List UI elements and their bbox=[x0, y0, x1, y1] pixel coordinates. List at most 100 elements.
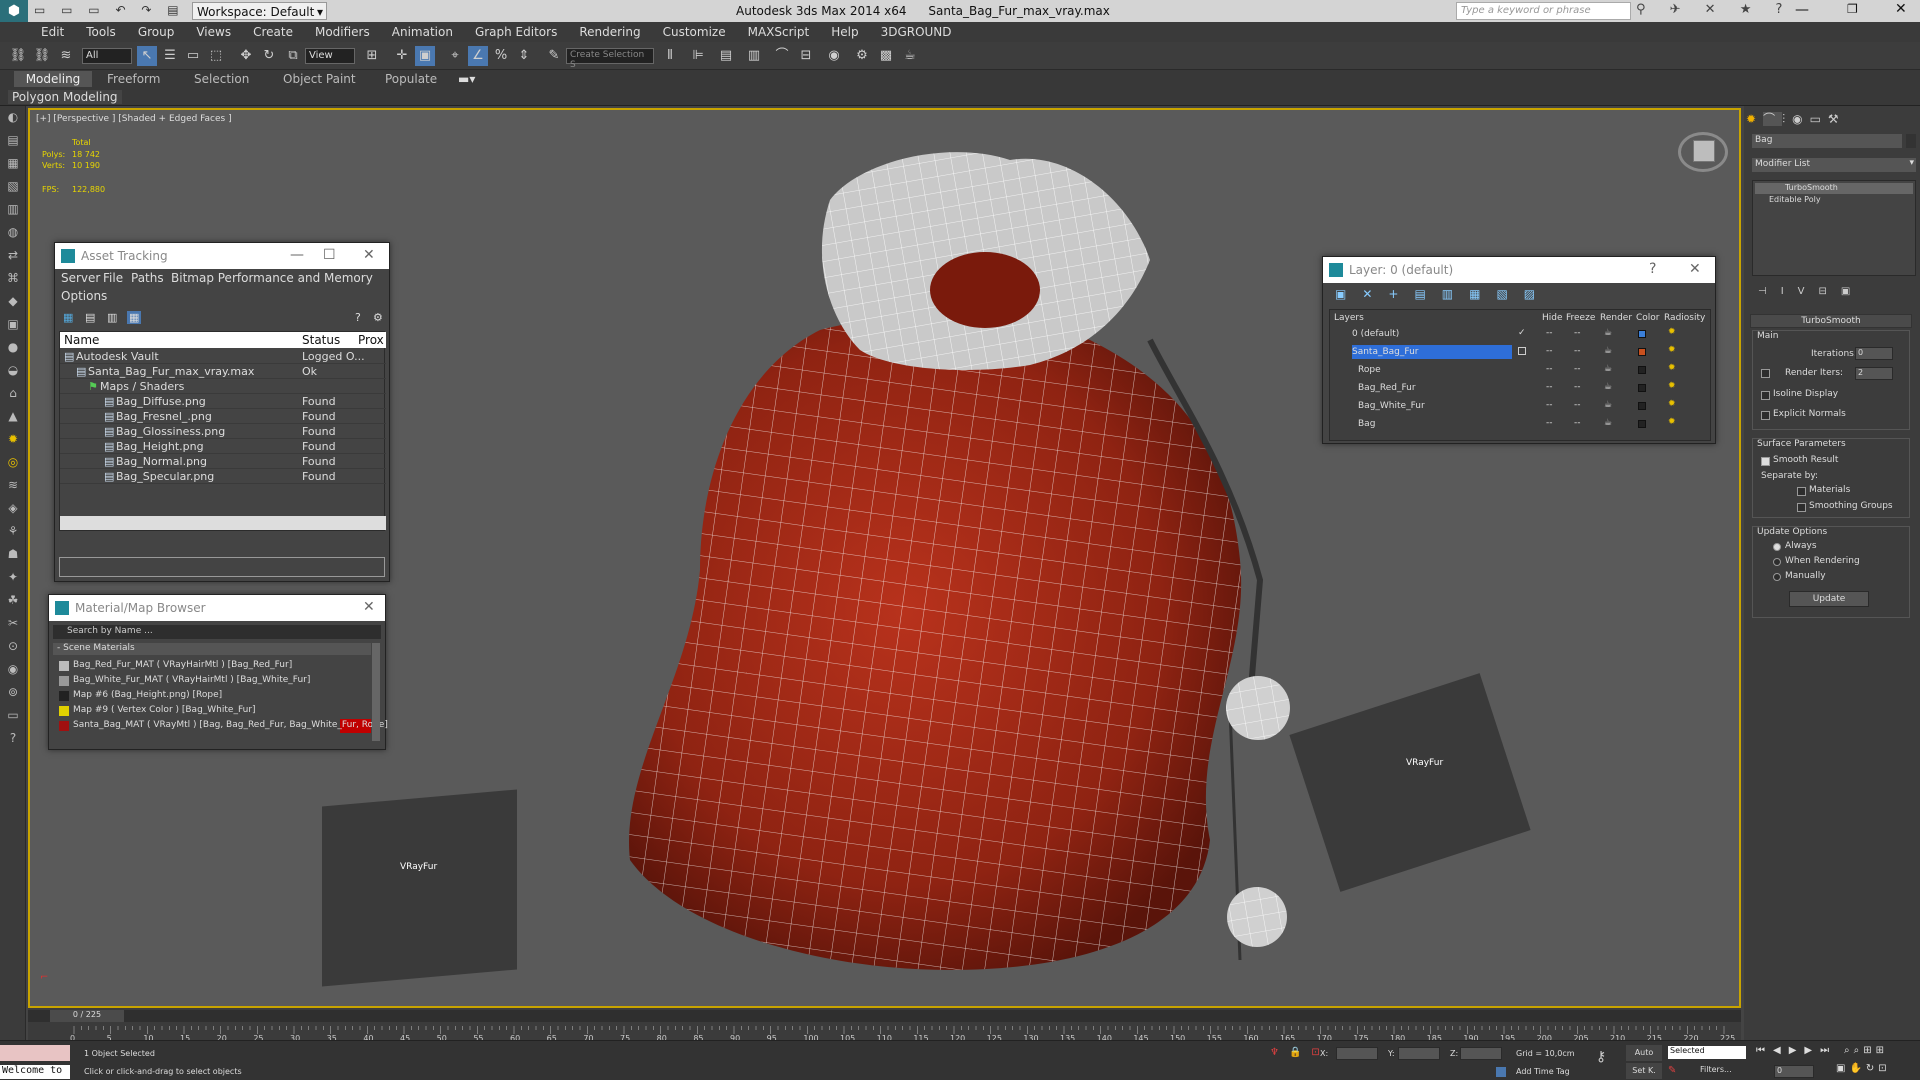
layer-tools-icons[interactable]: ▣✕+▤▥▦▧▨ bbox=[1335, 287, 1551, 301]
layer-row[interactable]: Rope -- -- ☕ ✹ bbox=[1332, 362, 1708, 379]
freeze-toggle[interactable]: -- bbox=[1574, 364, 1581, 374]
app-logo-icon[interactable]: ⬢ bbox=[0, 0, 28, 22]
col-radiosity[interactable]: Radiosity bbox=[1664, 313, 1705, 323]
isoline-checkbox[interactable] bbox=[1761, 391, 1770, 400]
tool-icon[interactable]: ◉ bbox=[0, 658, 26, 681]
edit-named-sel-icon[interactable]: ✎ bbox=[544, 46, 564, 66]
layer-manager-titlebar[interactable]: Layer: 0 (default) ? ✕ bbox=[1323, 257, 1715, 283]
display-tab-icon[interactable]: ▭ bbox=[1810, 112, 1828, 126]
modify-tab-icon[interactable]: ⌒ bbox=[1763, 112, 1783, 126]
angle-snap-icon[interactable]: ∠ bbox=[468, 46, 488, 66]
col-status[interactable]: Status bbox=[302, 333, 340, 347]
stack-turbosmooth[interactable]: TurboSmooth bbox=[1755, 183, 1913, 194]
curve-editor-icon[interactable]: ⌒ bbox=[772, 46, 792, 66]
minimize-button[interactable]: — bbox=[1795, 2, 1809, 18]
vrayfur-plane-right[interactable] bbox=[1289, 673, 1531, 892]
link-icon[interactable]: ⛓ bbox=[8, 46, 28, 66]
active-layer-check-icon[interactable]: ✓ bbox=[1518, 328, 1526, 338]
layer-color-swatch[interactable] bbox=[1638, 402, 1646, 410]
menu-file[interactable]: File bbox=[103, 271, 123, 285]
freeze-toggle[interactable]: -- bbox=[1574, 400, 1581, 410]
col-name[interactable]: Name bbox=[64, 333, 99, 347]
tool-icon[interactable]: ● bbox=[0, 336, 26, 359]
render-teapot-icon[interactable]: ☕ bbox=[1604, 328, 1612, 338]
tool-icon[interactable]: ◍ bbox=[0, 221, 26, 244]
tab-populate[interactable]: Populate bbox=[385, 72, 437, 86]
asset-path-field[interactable] bbox=[59, 557, 385, 577]
tool-icon[interactable]: ▣ bbox=[0, 313, 26, 336]
object-color-swatch[interactable] bbox=[1906, 134, 1916, 148]
table-row[interactable]: ▤ Bag_Height.png Found bbox=[60, 439, 386, 454]
material-item[interactable]: Map #6 (Bag_Height.png) [Rope] bbox=[59, 689, 371, 703]
material-search-input[interactable]: Search by Name ... bbox=[53, 625, 381, 639]
pivot-icon[interactable]: ⊞ bbox=[362, 46, 382, 66]
stack-tools[interactable]: ⊣ⅠⅤ⊟▣ bbox=[1758, 286, 1864, 297]
radiosity-icon[interactable]: ✹ bbox=[1668, 381, 1676, 391]
light-icon[interactable]: ✹ bbox=[0, 428, 26, 451]
material-editor-icon[interactable]: ◉ bbox=[824, 46, 844, 66]
render-teapot-icon[interactable]: ☕ bbox=[1604, 364, 1612, 374]
render-teapot-icon[interactable]: ☕ bbox=[900, 46, 920, 66]
bind-spacewarp-icon[interactable]: ≋ bbox=[56, 46, 76, 66]
tool-icon[interactable]: ▦ bbox=[0, 152, 26, 175]
tool-icon[interactable]: ◒ bbox=[0, 359, 26, 382]
menu-rendering[interactable]: Rendering bbox=[568, 22, 651, 42]
viewport-label[interactable]: [+] [Perspective ] [Shaded + Edged Faces… bbox=[36, 114, 232, 124]
layer-row[interactable]: Bag_White_Fur -- -- ☕ ✹ bbox=[1332, 398, 1708, 415]
help-button[interactable]: ? bbox=[1649, 261, 1656, 277]
align-icon[interactable]: ⊫ bbox=[688, 46, 708, 66]
manually-radio[interactable] bbox=[1773, 573, 1781, 581]
add-time-tag[interactable]: Add Time Tag bbox=[1516, 1067, 1570, 1076]
close-button[interactable]: ✕ bbox=[363, 247, 375, 263]
spinner-snap-icon[interactable]: ⇕ bbox=[514, 46, 534, 66]
ref-coord-dropdown[interactable]: View bbox=[305, 48, 355, 64]
menu-maxscript[interactable]: MAXScript bbox=[737, 22, 821, 42]
maximize-button[interactable]: ❐ bbox=[1847, 2, 1858, 16]
render-teapot-icon[interactable]: ☕ bbox=[1604, 400, 1612, 410]
playback-controls[interactable]: ⏮◀▶▶⏭ bbox=[1756, 1045, 1837, 1056]
infocenter-icons[interactable]: ⚲ ✈ ✕ ★ ? bbox=[1636, 2, 1792, 17]
radiosity-icon[interactable]: ✹ bbox=[1668, 363, 1676, 373]
col-render[interactable]: Render bbox=[1600, 313, 1632, 323]
selection-filter-dropdown[interactable]: All bbox=[82, 48, 132, 64]
key-filters-icon[interactable]: ✎ bbox=[1668, 1065, 1676, 1076]
tool-icon[interactable]: ≋ bbox=[0, 474, 26, 497]
hide-toggle[interactable]: -- bbox=[1546, 382, 1553, 392]
table-icon[interactable]: ▥ bbox=[107, 311, 117, 324]
vertical-scrollbar[interactable] bbox=[372, 643, 380, 741]
hide-toggle[interactable]: -- bbox=[1546, 364, 1553, 374]
add-time-tag-icon[interactable] bbox=[1496, 1067, 1506, 1077]
layer-color-swatch[interactable] bbox=[1638, 366, 1646, 374]
asset-tracking-titlebar[interactable]: Asset Tracking — ☐ ✕ bbox=[55, 243, 389, 269]
motion-tab-icon[interactable]: ◉ bbox=[1792, 112, 1809, 126]
layer-color-swatch[interactable] bbox=[1638, 348, 1646, 356]
tool-icon[interactable]: ☘ bbox=[0, 589, 26, 612]
col-prox[interactable]: Prox bbox=[358, 333, 384, 347]
key-icon[interactable]: ⚷ bbox=[1596, 1049, 1606, 1065]
col-freeze[interactable]: Freeze bbox=[1566, 313, 1595, 323]
scene-materials-section[interactable]: - Scene Materials bbox=[53, 643, 371, 655]
object-name-field[interactable]: Bag bbox=[1752, 134, 1902, 148]
tool-icon[interactable]: ▲ bbox=[0, 405, 26, 428]
settings-icon[interactable]: ⚙ bbox=[373, 311, 383, 324]
table-row[interactable]: ▤ Bag_Normal.png Found bbox=[60, 454, 386, 469]
tool-icon[interactable]: ⌘ bbox=[0, 267, 26, 290]
table-row[interactable]: ▤ Bag_Fresnel_.png Found bbox=[60, 409, 386, 424]
material-item[interactable]: Map #9 ( Vertex Color ) [Bag_White_Fur] bbox=[59, 704, 371, 718]
menu-bitmap-performance[interactable]: Bitmap Performance and Memory bbox=[171, 271, 373, 285]
select-by-name-icon[interactable]: ☰ bbox=[160, 46, 180, 66]
menu-graph-editors[interactable]: Graph Editors bbox=[464, 22, 568, 42]
layer-manager-window[interactable]: Layer: 0 (default) ? ✕ ▣✕+▤▥▦▧▨ Layers H… bbox=[1322, 256, 1716, 444]
menu-group[interactable]: Group bbox=[127, 22, 186, 42]
ribbon-polygon-modeling[interactable]: Polygon Modeling bbox=[8, 90, 122, 104]
viewcube-box[interactable] bbox=[1693, 140, 1715, 162]
rotate-icon[interactable]: ↻ bbox=[259, 46, 279, 66]
help-icon[interactable]: ? bbox=[0, 727, 26, 750]
asset-tracking-window[interactable]: Asset Tracking — ☐ ✕ Server File Paths B… bbox=[54, 242, 390, 582]
layer-row[interactable]: Bag_Red_Fur -- -- ☕ ✹ bbox=[1332, 380, 1708, 397]
freeze-toggle[interactable]: -- bbox=[1574, 382, 1581, 392]
time-slider[interactable]: 0 / 225 bbox=[28, 1010, 1741, 1022]
move-icon[interactable]: ✥ bbox=[236, 46, 256, 66]
table-row[interactable]: ⚑ Maps / Shaders bbox=[60, 379, 386, 394]
ribbon-options-icon[interactable]: ▬▾ bbox=[458, 72, 475, 86]
